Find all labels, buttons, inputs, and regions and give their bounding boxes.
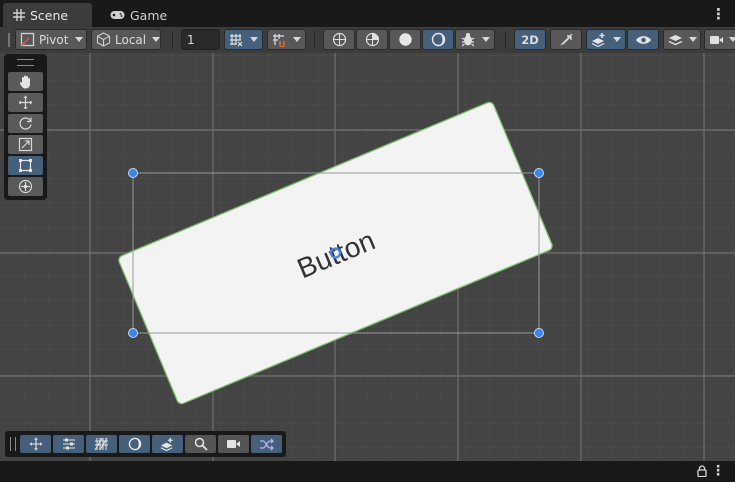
overlay-toolbar — [5, 431, 286, 457]
overlay-grip[interactable] — [10, 437, 16, 451]
scale-icon — [18, 137, 33, 152]
wireframe-sphere-icon — [332, 32, 347, 47]
increment-snap-icon — [272, 33, 286, 47]
tool-palette — [4, 54, 47, 200]
tab-scene[interactable]: Scene — [3, 3, 92, 27]
grid-hatch-icon — [94, 437, 109, 451]
resize-handle-top-left[interactable] — [128, 168, 138, 178]
toolbar-grip — [8, 33, 10, 47]
resize-handle-bottom-right[interactable] — [534, 328, 544, 338]
tab-bar: Scene Game ⋮ — [0, 0, 735, 27]
rotate-tool-button[interactable] — [8, 114, 43, 133]
effects-layers-icon — [591, 32, 607, 47]
toolbar-separator — [314, 31, 315, 49]
grid-and-snap-button[interactable] — [53, 435, 84, 453]
camera-settings-dropdown[interactable] — [704, 29, 735, 50]
grid-size-field[interactable]: 1 — [181, 29, 220, 50]
tool-settings-button[interactable] — [20, 435, 51, 453]
resize-handle-bottom-left[interactable] — [128, 328, 138, 338]
move-arrows-icon — [28, 437, 43, 451]
video-camera-icon — [226, 438, 241, 450]
scene-viewport[interactable]: Button — [0, 53, 735, 461]
tab-scene-label: Scene — [30, 7, 69, 23]
status-bar: ⋮ — [0, 461, 735, 482]
mode-2d-toggle[interactable]: 2D — [514, 29, 546, 50]
toolbar-separator — [172, 31, 173, 49]
chevron-down-icon — [250, 37, 258, 42]
grid-snap-icon — [229, 33, 243, 47]
half-moon-sphere-icon — [128, 437, 142, 451]
layers-icon — [668, 33, 683, 47]
rotate-icon — [18, 116, 33, 131]
search-button[interactable] — [185, 435, 216, 453]
tab-game-label: Game — [130, 7, 168, 23]
chevron-down-icon — [689, 37, 697, 42]
draw-mode-unlit-button[interactable] — [422, 29, 454, 50]
lighting-slash-icon — [559, 32, 574, 47]
shaded-sphere-icon — [398, 32, 413, 47]
gamepad-icon — [110, 10, 125, 20]
transform-gizmo-icon — [18, 179, 33, 194]
effects-layers-icon — [160, 437, 175, 451]
shaded-wireframe-sphere-icon — [365, 32, 380, 47]
scene-canvas[interactable]: Button — [0, 53, 735, 461]
tab-game[interactable]: Game — [100, 3, 180, 27]
view-options-button[interactable] — [152, 435, 183, 453]
hand-tool-button[interactable] — [8, 72, 43, 91]
local-label: Local — [115, 32, 147, 47]
transform-tool-button[interactable] — [8, 177, 43, 196]
palette-grip[interactable] — [17, 59, 34, 66]
half-moon-sphere-icon — [431, 32, 446, 47]
shuffle-icon — [259, 438, 274, 451]
pivot-icon — [20, 32, 35, 47]
hand-icon — [19, 74, 33, 89]
pivot-label: Pivot — [39, 32, 69, 47]
scale-tool-button[interactable] — [8, 135, 43, 154]
chevron-down-icon — [482, 37, 490, 42]
move-arrows-icon — [18, 95, 33, 110]
chevron-down-icon — [613, 37, 621, 42]
search-icon — [194, 437, 208, 451]
draw-mode-wireframe-button[interactable] — [323, 29, 355, 50]
increment-snap-toggle[interactable] — [267, 29, 306, 50]
sliders-icon — [62, 437, 76, 451]
chevron-down-icon — [729, 37, 735, 42]
resize-handle-top-right[interactable] — [534, 168, 544, 178]
debug-draw-dropdown[interactable] — [455, 29, 495, 50]
scene-lighting-toggle[interactable] — [550, 29, 582, 50]
orientation-button[interactable] — [119, 435, 150, 453]
camera-button[interactable] — [218, 435, 249, 453]
more-options-icon[interactable]: ⋮ — [711, 5, 726, 23]
grid-icon — [13, 9, 25, 21]
mode-2d-label: 2D — [521, 32, 539, 47]
pivot-dropdown[interactable]: Pivot — [15, 29, 87, 50]
grid-snap-toggle[interactable] — [224, 29, 263, 50]
cube-icon — [96, 32, 111, 47]
lock-icon[interactable] — [697, 465, 707, 477]
draw-mode-shaded-wireframe-button[interactable] — [356, 29, 388, 50]
shuffle-button[interactable] — [251, 435, 282, 453]
layers-dropdown[interactable] — [663, 29, 701, 50]
chevron-down-icon — [75, 37, 84, 42]
rect-tool-button[interactable] — [8, 156, 43, 175]
eye-icon — [635, 34, 652, 46]
local-dropdown[interactable]: Local — [91, 29, 161, 50]
rect-transform-icon — [18, 158, 33, 173]
scene-visibility-toggle[interactable] — [627, 29, 659, 50]
chevron-down-icon — [293, 37, 301, 42]
more-options-icon[interactable]: ⋮ — [711, 463, 725, 479]
scene-effects-dropdown[interactable] — [586, 29, 626, 50]
grid-visibility-button[interactable] — [86, 435, 117, 453]
scene-toolbar: Pivot Local 1 2D — [0, 27, 735, 54]
toolbar-separator — [505, 31, 506, 49]
video-camera-icon — [709, 34, 724, 46]
chevron-down-icon — [152, 37, 161, 42]
draw-mode-shaded-button[interactable] — [389, 29, 421, 50]
bug-icon — [460, 32, 476, 47]
grid-size-value: 1 — [187, 32, 195, 47]
move-tool-button[interactable] — [8, 93, 43, 112]
